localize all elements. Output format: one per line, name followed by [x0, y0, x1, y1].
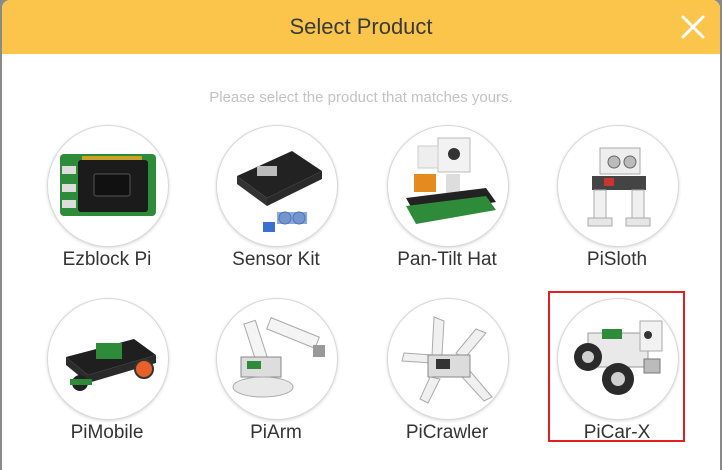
- dialog-title: Select Product: [289, 14, 433, 39]
- ezblock-pi-board-icon: [47, 125, 169, 247]
- picrawler-spider-icon: [387, 298, 509, 420]
- product-card-picar-x[interactable]: PiCar-X: [547, 298, 687, 448]
- product-card-pimobile[interactable]: PiMobile: [37, 298, 177, 448]
- select-product-dialog: Select Product Please select the product…: [2, 0, 720, 470]
- piarm-robot-arm-icon: [216, 298, 338, 420]
- product-label: PiMobile: [70, 422, 144, 443]
- pimobile-car-icon: [47, 298, 169, 420]
- close-button[interactable]: [676, 10, 710, 44]
- product-label: Ezblock Pi: [62, 249, 152, 270]
- product-card-piarm[interactable]: PiArm: [206, 298, 346, 448]
- product-label: Pan-Tilt Hat: [397, 249, 497, 270]
- product-card-sensor-kit[interactable]: Sensor Kit: [206, 125, 346, 275]
- product-card-pan-tilt-hat[interactable]: Pan-Tilt Hat: [377, 125, 517, 275]
- product-card-picrawler[interactable]: PiCrawler: [377, 298, 517, 448]
- product-card-pisloth[interactable]: PiSloth: [547, 125, 687, 275]
- product-card-ezblock-pi[interactable]: Ezblock Pi: [37, 125, 177, 275]
- product-label: PiCrawler: [405, 422, 489, 443]
- product-label: PiCar-X: [583, 422, 651, 443]
- product-label: Sensor Kit: [232, 249, 320, 270]
- picar-x-car-icon: [557, 298, 679, 420]
- pisloth-robot-icon: [557, 125, 679, 247]
- product-label: PiSloth: [586, 249, 648, 270]
- pan-tilt-hat-icon: [387, 125, 509, 247]
- product-label: PiArm: [250, 422, 302, 443]
- sensor-kit-icon: [216, 125, 338, 247]
- close-icon[interactable]: [676, 10, 710, 44]
- dialog-subtitle: Please select the product that matches y…: [209, 89, 513, 106]
- dialog-header: Select Product: [2, 0, 720, 54]
